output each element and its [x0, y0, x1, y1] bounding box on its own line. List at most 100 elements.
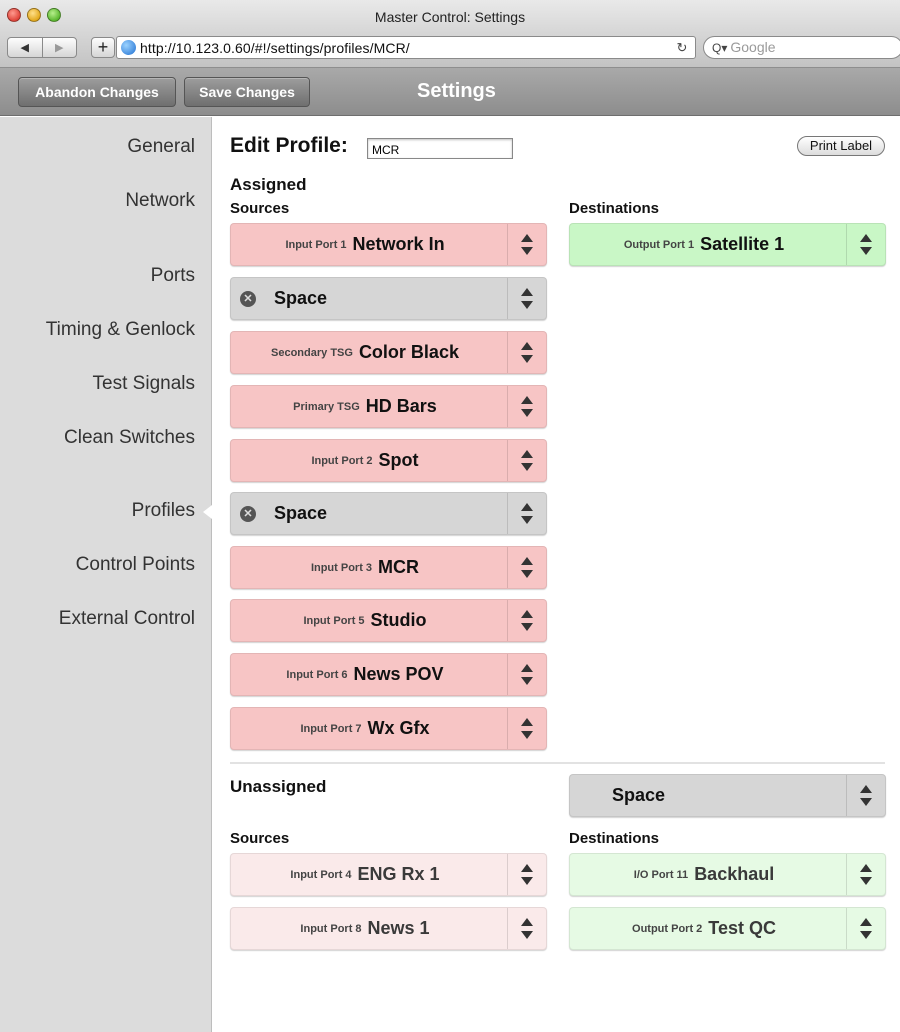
assigned-source-row[interactable]: Input Port 3 MCR — [230, 546, 547, 589]
move-up-icon[interactable] — [521, 503, 533, 511]
move-up-icon[interactable] — [521, 396, 533, 404]
reorder-arrows-icon[interactable] — [507, 708, 546, 749]
port-label: Output Port 1 — [623, 238, 695, 251]
unassigned-destination-row[interactable]: I/O Port 11 Backhaul — [569, 853, 886, 896]
assigned-source-row[interactable]: Secondary TSG Color Black — [230, 331, 547, 374]
move-up-icon[interactable] — [521, 864, 533, 872]
reorder-arrows-icon[interactable] — [846, 854, 885, 895]
search-icon: Q▾ — [712, 41, 728, 55]
move-up-icon[interactable] — [521, 557, 533, 565]
new-tab-button[interactable]: + — [91, 37, 115, 58]
port-label: Input Port 1 — [285, 238, 347, 251]
reorder-arrows-icon[interactable] — [507, 332, 546, 373]
remove-space-icon[interactable]: ✕ — [240, 505, 256, 522]
move-down-icon[interactable] — [860, 247, 872, 255]
move-up-icon[interactable] — [521, 664, 533, 672]
reorder-arrows-icon[interactable] — [507, 600, 546, 641]
window-title: Master Control: Settings — [374, 9, 526, 25]
move-down-icon[interactable] — [521, 516, 533, 524]
move-up-icon[interactable] — [521, 288, 533, 296]
reorder-arrows-icon[interactable] — [507, 547, 546, 588]
move-up-icon[interactable] — [521, 610, 533, 618]
print-label-button[interactable]: Print Label — [797, 136, 885, 156]
remove-space-icon[interactable]: ✕ — [240, 290, 256, 307]
assigned-source-row[interactable]: Input Port 2 Spot — [230, 439, 547, 482]
space-row[interactable]: ✕ Space — [230, 492, 547, 535]
sidebar-item-ports[interactable]: Ports — [151, 265, 195, 287]
move-down-icon[interactable] — [521, 623, 533, 631]
sidebar-item-clean-switches[interactable]: Clean Switches — [64, 427, 195, 449]
unassigned-sources-heading: Sources — [230, 830, 290, 847]
sidebar-item-timing-genlock[interactable]: Timing & Genlock — [46, 319, 195, 341]
move-up-icon[interactable] — [521, 918, 533, 926]
reorder-arrows-icon[interactable] — [507, 440, 546, 481]
move-up-icon[interactable] — [521, 718, 533, 726]
reorder-arrows-icon[interactable] — [846, 775, 885, 816]
edit-profile-title: Edit Profile: — [230, 134, 348, 157]
history-buttons: ◀ ▶ — [7, 37, 77, 58]
move-down-icon[interactable] — [521, 301, 533, 309]
move-up-icon[interactable] — [860, 234, 872, 242]
reorder-arrows-icon[interactable] — [507, 854, 546, 895]
unassigned-source-row[interactable]: Input Port 8 News 1 — [230, 907, 547, 950]
move-down-icon[interactable] — [860, 798, 872, 806]
move-up-icon[interactable] — [860, 785, 872, 793]
search-field[interactable]: Q▾ Google — [703, 36, 900, 59]
move-down-icon[interactable] — [521, 570, 533, 578]
move-down-icon[interactable] — [521, 247, 533, 255]
move-up-icon[interactable] — [860, 864, 872, 872]
assigned-source-row[interactable]: Input Port 5 Studio — [230, 599, 547, 642]
section-divider — [230, 762, 885, 764]
forward-arrow-icon[interactable]: ▶ — [41, 38, 77, 57]
move-down-icon[interactable] — [521, 731, 533, 739]
move-up-icon[interactable] — [521, 342, 533, 350]
globe-icon — [121, 40, 136, 55]
port-label: Input Port 4 — [290, 868, 352, 881]
sidebar-item-network[interactable]: Network — [125, 190, 195, 212]
move-up-icon[interactable] — [860, 918, 872, 926]
assigned-source-row[interactable]: Input Port 6 News POV — [230, 653, 547, 696]
move-down-icon[interactable] — [521, 355, 533, 363]
reorder-arrows-icon[interactable] — [507, 278, 546, 319]
selected-indicator-icon — [203, 505, 212, 519]
move-down-icon[interactable] — [521, 677, 533, 685]
move-down-icon[interactable] — [521, 877, 533, 885]
assigned-source-row[interactable]: Primary TSG HD Bars — [230, 385, 547, 428]
profile-name-input[interactable]: MCR — [367, 138, 513, 159]
address-bar[interactable]: http://10.123.0.60/#!/settings/profiles/… — [116, 36, 696, 59]
sidebar-item-profiles[interactable]: Profiles — [132, 500, 195, 522]
reorder-arrows-icon[interactable] — [846, 224, 885, 265]
reorder-arrows-icon[interactable] — [507, 654, 546, 695]
reorder-arrows-icon[interactable] — [507, 493, 546, 534]
abandon-changes-button[interactable]: Abandon Changes — [18, 77, 176, 107]
reorder-arrows-icon[interactable] — [846, 908, 885, 949]
unassigned-destination-row[interactable]: Output Port 2 Test QC — [569, 907, 886, 950]
reorder-arrows-icon[interactable] — [507, 386, 546, 427]
move-down-icon[interactable] — [860, 877, 872, 885]
url-text[interactable]: http://10.123.0.60/#!/settings/profiles/… — [140, 40, 669, 56]
assigned-destination-row[interactable]: Output Port 1 Satellite 1 — [569, 223, 886, 266]
reorder-arrows-icon[interactable] — [507, 224, 546, 265]
save-changes-button[interactable]: Save Changes — [184, 77, 310, 107]
move-down-icon[interactable] — [521, 931, 533, 939]
source-name: News POV — [353, 664, 444, 684]
port-label: Secondary TSG — [271, 346, 353, 359]
back-arrow-icon[interactable]: ◀ — [8, 38, 42, 57]
move-down-icon[interactable] — [860, 931, 872, 939]
space-row[interactable]: ✕ Space — [230, 277, 547, 320]
move-down-icon[interactable] — [521, 463, 533, 471]
sidebar-item-test-signals[interactable]: Test Signals — [93, 373, 195, 395]
unassigned-space-row[interactable]: Space — [569, 774, 886, 817]
unassigned-source-row[interactable]: Input Port 4 ENG Rx 1 — [230, 853, 547, 896]
sidebar-item-general[interactable]: General — [127, 136, 195, 158]
assigned-source-row[interactable]: Input Port 7 Wx Gfx — [230, 707, 547, 750]
source-name: HD Bars — [365, 396, 437, 416]
move-up-icon[interactable] — [521, 234, 533, 242]
move-down-icon[interactable] — [521, 409, 533, 417]
move-up-icon[interactable] — [521, 450, 533, 458]
sidebar-item-external-control[interactable]: External Control — [59, 608, 195, 630]
sidebar-item-control-points[interactable]: Control Points — [76, 554, 195, 576]
reload-icon[interactable]: ↻ — [669, 40, 695, 56]
reorder-arrows-icon[interactable] — [507, 908, 546, 949]
assigned-source-row[interactable]: Input Port 1 Network In — [230, 223, 547, 266]
